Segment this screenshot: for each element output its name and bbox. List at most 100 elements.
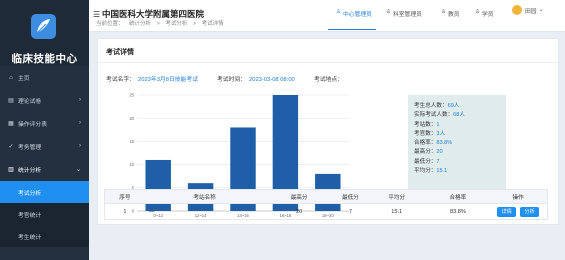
sidebar-item-theory-papers[interactable]: ▤ 理论试卷 › bbox=[0, 89, 89, 112]
detail-button[interactable]: 详情 bbox=[497, 206, 516, 217]
user-icon: ♙ bbox=[336, 9, 341, 15]
table-row: 1 — 20 7 15.1 83.8% 详情 分析 bbox=[104, 204, 548, 220]
sidebar-item-label: 考务管理 bbox=[18, 145, 42, 151]
stat-value: 69人 bbox=[447, 103, 460, 109]
tab-teacher[interactable]: ♙ 教员 bbox=[438, 0, 475, 30]
y-tick-label: 25 bbox=[129, 93, 134, 98]
col-header: 考站名称 bbox=[193, 194, 216, 201]
tab-label: 学员 bbox=[481, 12, 494, 18]
logo-icon bbox=[31, 14, 56, 39]
sidebar-item-home[interactable]: ⌂ 主页 bbox=[0, 66, 89, 89]
sidebar-item-statistics[interactable]: ▥ 统计分析 ⌄ bbox=[0, 158, 89, 181]
user-menu[interactable]: 田园 ⌄ bbox=[512, 5, 543, 15]
sidebar-item-label: 操作评分表 bbox=[18, 122, 47, 128]
clipboard-icon: ▦ bbox=[8, 121, 14, 127]
stat-item: 合格率：83.8% bbox=[414, 139, 506, 148]
avatar bbox=[512, 5, 522, 15]
page-title: 考试详情 bbox=[98, 39, 558, 63]
sidebar-item-label: 统计分析 bbox=[18, 168, 42, 174]
stat-label: 考生总人数： bbox=[414, 103, 448, 109]
exam-name: 考试名字： 2023年3月8日技能考试 bbox=[106, 74, 198, 83]
stat-label: 最高分： bbox=[414, 149, 437, 156]
user-icon: ♙ bbox=[475, 9, 480, 15]
cell-max: 20 bbox=[296, 208, 303, 215]
check-icon: ✓ bbox=[8, 144, 14, 150]
y-tick-label: 20 bbox=[129, 116, 134, 121]
exam-time-label: 考试时间： bbox=[217, 77, 246, 83]
home-icon: ⌂ bbox=[9, 74, 13, 81]
col-header: 操作 bbox=[512, 194, 524, 201]
exam-place-label: 考试地点： bbox=[314, 77, 343, 83]
role-tabs: ♙ 中心管理员 ♙ 科室管理员 ♙ 教员 ♙ 学员 bbox=[328, 0, 517, 32]
exam-name-value: 2023年3月8日技能考试 bbox=[138, 77, 198, 83]
menu-toggle-icon[interactable]: ☰ bbox=[93, 10, 100, 19]
cell-no: 1 bbox=[123, 208, 127, 215]
chevron-down-icon: ⌄ bbox=[75, 167, 81, 173]
tab-center-admin[interactable]: ♙ 中心管理员 bbox=[328, 0, 376, 30]
tab-label: 中心管理员 bbox=[342, 12, 372, 18]
stat-label: 实际考试人数： bbox=[414, 112, 454, 119]
cell-rate: 83.8% bbox=[449, 208, 466, 215]
sidebar-subitem-examiner-stats[interactable]: 考官统计 bbox=[0, 203, 89, 225]
stat-item: 考站数：1 bbox=[414, 121, 506, 130]
col-header: 最高分 bbox=[290, 194, 308, 201]
stat-label: 考站数： bbox=[414, 121, 437, 128]
cell-actions: 详情 分析 bbox=[489, 206, 547, 217]
cell-min: 7 bbox=[348, 208, 352, 215]
stats-box: 考生总人数：69人 实际考试人数：68人 考站数：1 考官数：3人 合格率：83.8% 最… bbox=[408, 95, 506, 189]
brand-title: 临床技能中心 bbox=[11, 53, 78, 65]
breadcrumb-item[interactable]: 考试分析 bbox=[165, 21, 187, 27]
user-name: 田园 bbox=[525, 8, 537, 15]
breadcrumb: 当前位置： 统计分析 > 考试分析 > 考试详情 bbox=[96, 19, 228, 27]
exam-time-value: 2023-03-08 08:00 bbox=[249, 77, 295, 83]
stat-label: 考官数： bbox=[414, 130, 437, 137]
y-tick-label: 10 bbox=[129, 162, 134, 167]
exam-place: 考试地点： bbox=[314, 74, 346, 83]
stat-value: 3人 bbox=[436, 130, 446, 137]
stat-label: 平均分： bbox=[414, 168, 437, 175]
col-header: 最低分 bbox=[341, 194, 359, 201]
breadcrumb-separator: > bbox=[156, 21, 160, 27]
stat-item: 最低分：7 bbox=[414, 158, 506, 167]
sidebar: 临床技能中心 ⌂ 主页 ▤ 理论试卷 › ▦ 操作评分表 › ✓ 考务管理 › … bbox=[0, 0, 89, 260]
breadcrumb-current: 考试详情 bbox=[201, 21, 224, 27]
sidebar-subitem-student-stats[interactable]: 考生统计 bbox=[0, 225, 89, 247]
stat-value: 7 bbox=[436, 158, 440, 165]
stat-label: 最低分： bbox=[414, 158, 437, 165]
stat-item: 最高分：20 bbox=[414, 148, 506, 157]
analysis-button[interactable]: 分析 bbox=[520, 206, 539, 217]
col-header: 合格率 bbox=[449, 194, 467, 201]
stat-item: 平均分：15.1 bbox=[414, 167, 506, 176]
stat-item: 考生总人数：69人 bbox=[414, 102, 506, 111]
stat-item: 考官数：3人 bbox=[414, 130, 506, 139]
breadcrumb-item[interactable]: 统计分析 bbox=[129, 21, 151, 27]
stat-value: 15.1 bbox=[436, 168, 448, 175]
tab-label: 科室管理员 bbox=[392, 12, 422, 18]
stat-value: 68人 bbox=[453, 112, 465, 119]
stat-value: 83.8% bbox=[436, 140, 453, 147]
tab-student[interactable]: ♙ 学员 bbox=[475, 0, 517, 30]
table-header: 序号 考站名称 最高分 最低分 平均分 合格率 操作 bbox=[104, 189, 548, 204]
breadcrumb-prefix: 当前位置： bbox=[96, 21, 124, 27]
user-icon: ♙ bbox=[386, 9, 391, 15]
col-header: 平均分 bbox=[388, 194, 406, 201]
sidebar-nav: ⌂ 主页 ▤ 理论试卷 › ▦ 操作评分表 › ✓ 考务管理 › ▥ 统计分析 … bbox=[0, 66, 89, 247]
stat-value: 1 bbox=[436, 121, 440, 128]
sidebar-item-score-sheets[interactable]: ▦ 操作评分表 › bbox=[0, 112, 89, 135]
tab-dept-admin[interactable]: ♙ 科室管理员 bbox=[376, 0, 438, 30]
exam-time: 考试时间： 2023-03-08 08:00 bbox=[217, 74, 295, 83]
brand: 临床技能中心 bbox=[0, 0, 89, 66]
chevron-right-icon: › bbox=[79, 97, 81, 103]
chevron-right-icon: › bbox=[79, 143, 81, 149]
col-header: 序号 bbox=[119, 194, 131, 201]
sidebar-item-exam-management[interactable]: ✓ 考务管理 › bbox=[0, 135, 89, 158]
user-icon: ♙ bbox=[441, 9, 446, 15]
chart-icon: ▥ bbox=[8, 167, 14, 173]
chevron-right-icon: › bbox=[79, 120, 81, 126]
y-tick-label: 15 bbox=[129, 139, 134, 144]
exam-name-label: 考试名字： bbox=[106, 77, 135, 83]
sidebar-item-label: 理论试卷 bbox=[18, 99, 42, 105]
sidebar-subitem-exam-analysis[interactable]: 考试分析 bbox=[0, 181, 89, 203]
top-header: ☰ 中国医科大学附属第四医院 当前位置： 统计分析 > 考试分析 > 考试详情 … bbox=[89, 0, 565, 32]
cell-name: — bbox=[148, 208, 155, 215]
